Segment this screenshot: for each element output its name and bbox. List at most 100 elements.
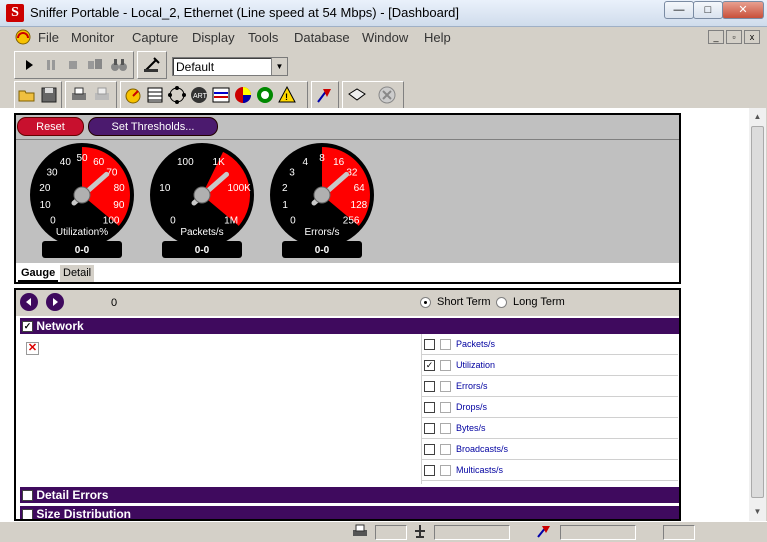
stat-label[interactable]: Errors/s [456, 381, 488, 391]
short-term-radio[interactable] [420, 297, 431, 308]
pause-icon[interactable] [41, 55, 61, 75]
menu-monitor[interactable]: Monitor [71, 30, 114, 45]
stat-color-box[interactable] [440, 465, 451, 476]
stat-label[interactable]: Utilization [456, 360, 495, 370]
reset-button[interactable]: Reset [17, 117, 84, 136]
matrix-icon[interactable] [167, 85, 187, 105]
chevron-down-icon[interactable]: ▼ [271, 58, 287, 75]
stat-checkbox[interactable]: ✓ [424, 360, 435, 371]
printer-status-icon [352, 523, 368, 539]
status-field-1 [375, 525, 407, 540]
section-network[interactable]: ✓ Network [20, 318, 679, 334]
gauge-area: 0 10 20 30 40 50 60 70 80 90 100 Utilization% 0-0 0 1 0… [16, 141, 679, 261]
stat-color-box[interactable] [440, 402, 451, 413]
stat-checkbox[interactable] [424, 339, 435, 350]
network-checkbox[interactable]: ✓ [22, 321, 33, 333]
document-icon[interactable] [14, 29, 32, 45]
menu-database[interactable]: Database [294, 30, 350, 45]
stat-color-box[interactable] [440, 339, 451, 350]
stop-display-icon[interactable] [85, 55, 105, 75]
vertical-scrollbar[interactable]: ▲ ▼ [749, 108, 766, 521]
stat-row[interactable]: Broadcasts/s [422, 439, 678, 460]
gauge-readout: 0-0 [195, 245, 210, 256]
gauge-tick-label: 1 [282, 200, 288, 211]
set-thresholds-button[interactable]: Set Thresholds... [88, 117, 218, 136]
gauge-label: Errors/s [305, 227, 340, 238]
expert-icon[interactable] [315, 85, 335, 105]
dashboard-icon[interactable] [123, 85, 143, 105]
stat-row[interactable]: Drops/s [422, 397, 678, 418]
close-button[interactable]: ✕ [722, 1, 764, 19]
stat-label[interactable]: Broadcasts/s [456, 444, 508, 454]
art-icon[interactable]: ART [189, 85, 209, 105]
history-icon[interactable] [211, 85, 231, 105]
detail-errors-checkbox[interactable] [22, 490, 33, 502]
section-size-distribution[interactable]: Size Distribution [20, 506, 679, 519]
play-icon[interactable] [19, 55, 39, 75]
nav-right-icon[interactable] [46, 293, 64, 311]
menu-tools[interactable]: Tools [248, 30, 278, 45]
section-detail-errors[interactable]: Detail Errors [20, 487, 679, 503]
menu-capture[interactable]: Capture [132, 30, 178, 45]
stat-checkbox[interactable] [424, 402, 435, 413]
long-term-label[interactable]: Long Term [513, 296, 565, 308]
nav-left-icon[interactable] [20, 293, 38, 311]
print-preview-icon[interactable] [92, 85, 112, 105]
gauge-tick-label: 0 [170, 215, 176, 226]
define-filter-icon[interactable] [142, 55, 162, 75]
stat-checkbox[interactable] [424, 423, 435, 434]
menu-bar: File Monitor Capture Display Tools Datab… [0, 27, 767, 47]
alarm-log-icon[interactable]: ! [277, 85, 297, 105]
stat-row[interactable]: Multicasts/s [422, 460, 678, 481]
capture-toolbar [14, 51, 134, 79]
menu-file[interactable]: File [38, 30, 59, 45]
short-term-label[interactable]: Short Term [437, 296, 491, 308]
utilization-gauge: 010203040 50 60708090100Utilization%0-0 [30, 143, 134, 258]
stat-label[interactable]: Drops/s [456, 402, 487, 412]
stat-checkbox[interactable] [424, 465, 435, 476]
filter-profile-select[interactable]: Default ▼ [172, 57, 288, 76]
mdi-close-button[interactable]: x [744, 30, 760, 44]
scroll-thumb[interactable] [751, 126, 764, 498]
stat-row[interactable]: ✓ Utilization [422, 355, 678, 376]
protocol-distribution-icon[interactable] [233, 85, 253, 105]
stat-checkbox[interactable] [424, 444, 435, 455]
stat-color-box[interactable] [440, 444, 451, 455]
stat-row[interactable]: Errors/s [422, 376, 678, 397]
disabled-stop-icon[interactable] [377, 85, 397, 105]
stat-label[interactable]: Bytes/s [456, 423, 486, 433]
tab-gauge[interactable]: Gauge [18, 265, 59, 282]
maximize-button[interactable]: □ [693, 1, 723, 19]
gauge-hub [193, 186, 211, 204]
mdi-minimize-button[interactable]: _ [708, 30, 724, 44]
stat-checkbox[interactable] [424, 381, 435, 392]
save-icon[interactable] [39, 85, 59, 105]
address-book-icon[interactable] [347, 85, 367, 105]
stat-label[interactable]: Packets/s [456, 339, 495, 349]
scroll-up-icon[interactable]: ▲ [749, 108, 766, 125]
host-table-icon[interactable] [145, 85, 165, 105]
gauge-tick-label: 50 [76, 153, 88, 164]
stat-color-box[interactable] [440, 381, 451, 392]
gauge-tick-label: 1K [213, 157, 226, 168]
long-term-radio[interactable] [496, 297, 507, 308]
open-folder-icon[interactable] [17, 85, 37, 105]
scroll-down-icon[interactable]: ▼ [749, 503, 766, 520]
stat-row[interactable]: Bytes/s [422, 418, 678, 439]
size-distribution-checkbox[interactable] [22, 509, 33, 519]
stat-color-box[interactable] [440, 360, 451, 371]
global-statistics-icon[interactable] [255, 85, 275, 105]
stat-row[interactable]: Packets/s [422, 334, 678, 355]
minimize-button[interactable]: — [664, 1, 694, 19]
gauge-readout: 0-0 [315, 245, 330, 256]
mdi-restore-button[interactable]: ▫ [726, 30, 742, 44]
menu-window[interactable]: Window [362, 30, 408, 45]
stat-color-box[interactable] [440, 423, 451, 434]
stop-icon[interactable] [63, 55, 83, 75]
binoculars-icon[interactable] [109, 55, 129, 75]
print-icon[interactable] [69, 85, 89, 105]
stat-label[interactable]: Multicasts/s [456, 465, 503, 475]
tab-detail[interactable]: Detail [60, 265, 95, 282]
menu-help[interactable]: Help [424, 30, 451, 45]
menu-display[interactable]: Display [192, 30, 235, 45]
